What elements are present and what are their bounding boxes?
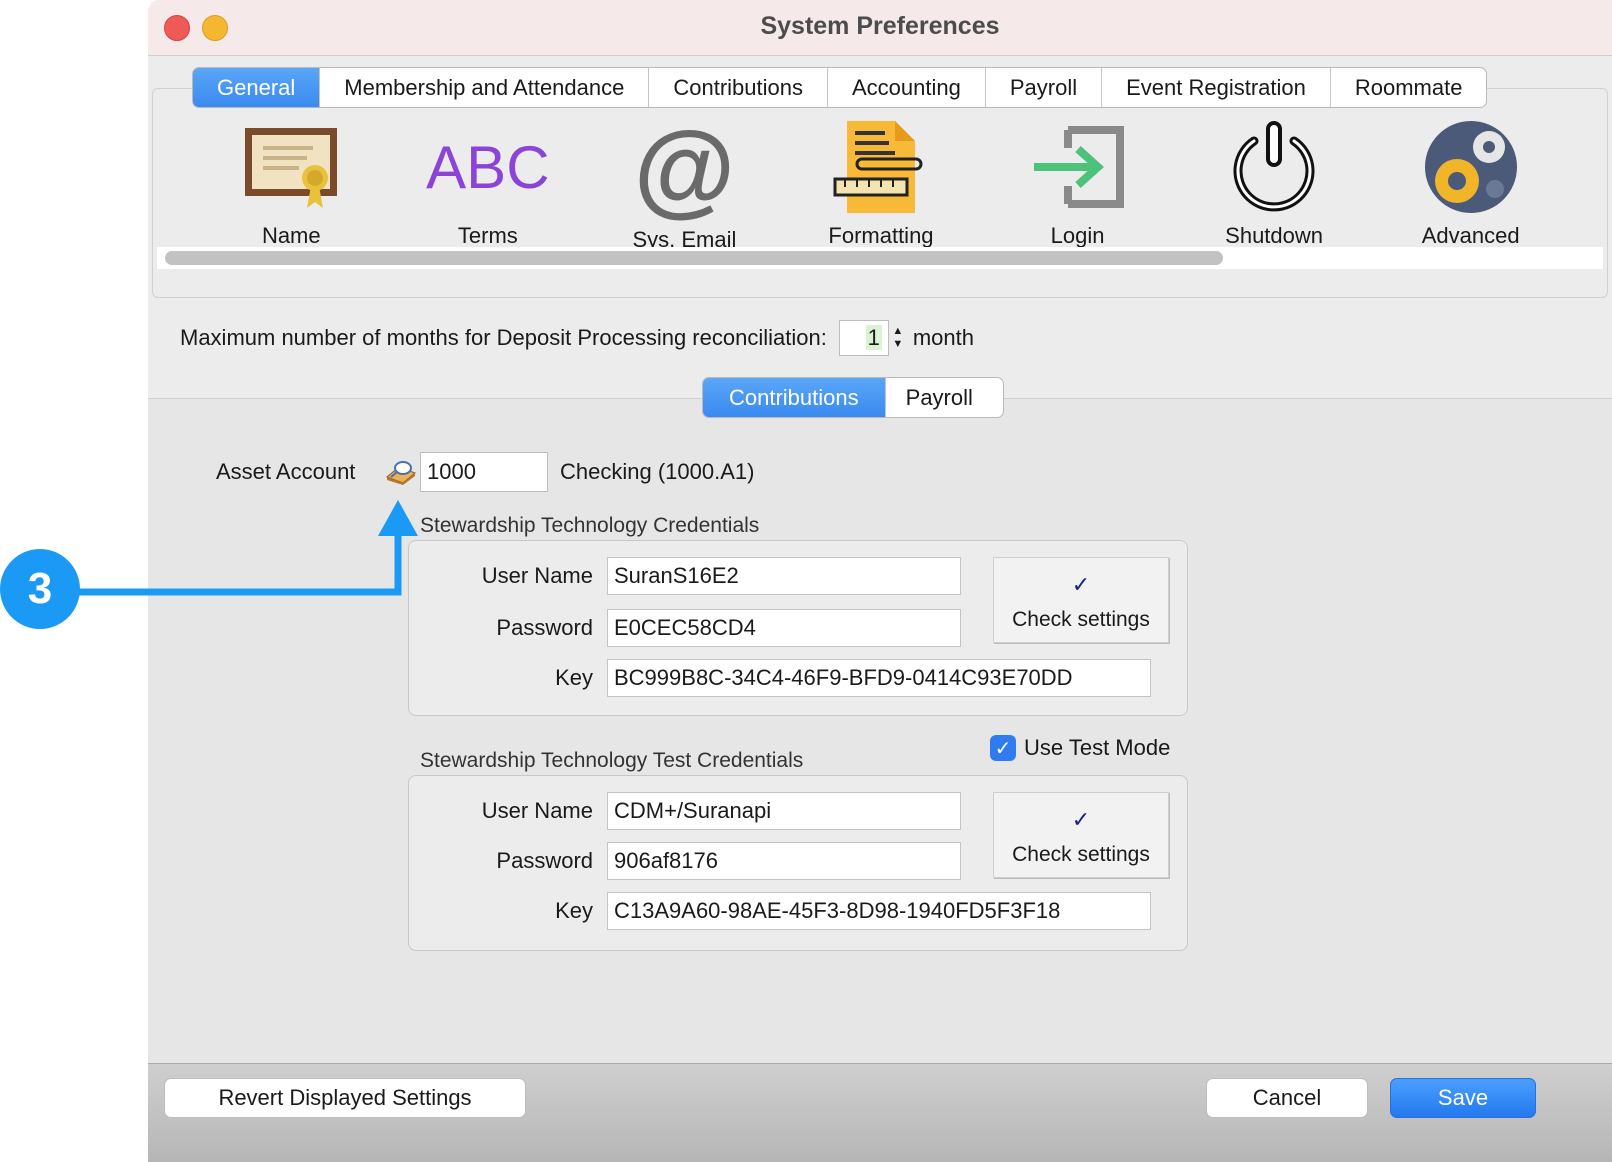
at-glyph: @ [633,111,736,227]
category-label: Formatting [828,223,934,248]
asset-account-description: Checking (1000.A1) [560,459,755,484]
stepper-down-icon[interactable]: ▼ [892,338,903,351]
tab-payroll[interactable]: Payroll [986,68,1103,107]
username-input[interactable]: SuranS16E2 [607,557,961,595]
check-settings-button[interactable]: ✓ Check settings [993,557,1169,643]
tab-roommate[interactable]: Roommate [1331,68,1487,107]
category-advanced[interactable]: Advanced [1381,119,1561,249]
checkmark-icon: ✓ [1071,807,1091,832]
subtab-payroll[interactable]: Payroll [886,378,1003,417]
test-username-label: User Name [481,798,593,823]
category-login[interactable]: Login [988,119,1168,249]
test-credentials-group: User Name CDM+/Suranapi Password 906af81… [408,775,1188,951]
window-title: System Preferences [760,12,1000,40]
asset-account-label: Asset Account [216,459,356,484]
credentials-username-row: User Name SuranS16E2 [407,557,961,595]
use-test-mode-label: Use Test Mode [1024,735,1171,760]
test-key-input[interactable]: C13A9A60-98AE-45F3-8D98-1940FD5F3F18 [607,892,1151,930]
title-bar: System Preferences [148,0,1612,56]
credentials-password-row: Password E0CEC58CD4 [407,609,961,647]
password-label: Password [496,615,593,640]
scrollbar-thumb[interactable] [165,251,1223,265]
deposit-months-label: Maximum number of months for Deposit Pro… [180,325,827,350]
abc-glyph: ABC [426,133,550,201]
deposit-months-row: Maximum number of months for Deposit Pro… [180,320,974,356]
test-password-label: Password [496,848,593,873]
use-test-mode-toggle[interactable]: ✓ Use Test Mode [990,735,1170,761]
category-shutdown[interactable]: Shutdown [1184,119,1364,249]
test-credentials-caption: Stewardship Technology Test Credentials [420,749,804,772]
asset-account-row: Asset Account 1000 Checking (1000.A1) [216,452,754,492]
stepper-up-icon[interactable]: ▲ [892,325,903,338]
deposit-months-unit: month [912,325,974,350]
credentials-group: User Name SuranS16E2 Password E0CEC58CD4… [408,540,1188,716]
cancel-button[interactable]: Cancel [1206,1078,1368,1118]
password-input[interactable]: E0CEC58CD4 [607,609,961,647]
test-key-row: Key C13A9A60-98AE-45F3-8D98-1940FD5F3F18 [407,892,1151,930]
category-label: Name [261,223,321,248]
test-key-label: Key [555,898,593,923]
preferences-window: System Preferences Name ABC Terms @ Sys.… [148,0,1612,1162]
category-label: Shutdown [1225,223,1324,248]
category-icon-row: Name ABC Terms @ Sys. Email Formatting L… [153,111,1609,252]
subtab-bar: Contributions Payroll [702,377,1004,418]
tab-accounting[interactable]: Accounting [828,68,986,107]
tab-contributions[interactable]: Contributions [649,68,828,107]
certificate-icon [241,119,341,215]
category-label: Login [1050,223,1105,248]
subtab-panel [148,398,1612,1063]
credentials-caption: Stewardship Technology Credentials [420,514,760,537]
category-label: Terms [457,223,518,248]
subtab-contributions[interactable]: Contributions [703,378,886,417]
checkmark-icon: ✓ [1071,572,1091,597]
username-label: User Name [481,563,593,588]
bottom-button-bar: Revert Displayed Settings Cancel Save [148,1063,1612,1162]
category-formatting[interactable]: Formatting [791,119,971,249]
save-button[interactable]: Save [1390,1078,1536,1118]
test-check-settings-label: Check settings [1012,843,1150,866]
icon-strip-scrollbar[interactable] [157,247,1603,269]
tab-general[interactable]: General [193,68,321,107]
test-password-row: Password 906af8176 [407,842,961,880]
step-badge: 3 [0,549,80,629]
check-settings-label: Check settings [1012,608,1150,631]
deposit-months-value: 1 [865,325,882,350]
deposit-months-stepper[interactable]: ▲ ▼ [891,320,905,356]
gears-icon [1421,119,1521,215]
deposit-months-input[interactable]: 1 [838,320,889,356]
key-input[interactable]: BC999B8C-34C4-46F9-BFD9-0414C93E70DD [607,659,1151,697]
use-test-mode-checkbox[interactable]: ✓ [990,735,1016,761]
at-sign-icon: @ [633,111,736,227]
asset-account-input[interactable]: 1000 [420,452,548,492]
formatting-icon [831,119,931,215]
test-check-settings-button[interactable]: ✓ Check settings [993,792,1169,878]
category-icon-strip: Name ABC Terms @ Sys. Email Formatting L… [152,88,1608,298]
test-password-input[interactable]: 906af8176 [607,842,961,880]
tab-event-registration[interactable]: Event Registration [1102,68,1331,107]
tab-membership-and-attendance[interactable]: Membership and Attendance [320,68,650,107]
preferences-tab-bar: General Membership and Attendance Contri… [192,67,1488,108]
account-lookup-icon[interactable] [384,457,418,487]
category-name[interactable]: Name [201,119,381,249]
login-icon [1028,119,1128,215]
test-username-row: User Name CDM+/Suranapi [407,792,961,830]
category-sys-email[interactable]: @ Sys. Email [594,111,774,252]
category-label: Advanced [1421,223,1520,248]
test-username-input[interactable]: CDM+/Suranapi [607,792,961,830]
category-terms[interactable]: ABC Terms [398,119,578,249]
key-label: Key [555,665,593,690]
revert-displayed-settings-button[interactable]: Revert Displayed Settings [164,1078,526,1118]
credentials-key-row: Key BC999B8C-34C4-46F9-BFD9-0414C93E70DD [407,659,1151,697]
abc-icon: ABC [426,119,549,215]
power-icon [1224,119,1324,215]
